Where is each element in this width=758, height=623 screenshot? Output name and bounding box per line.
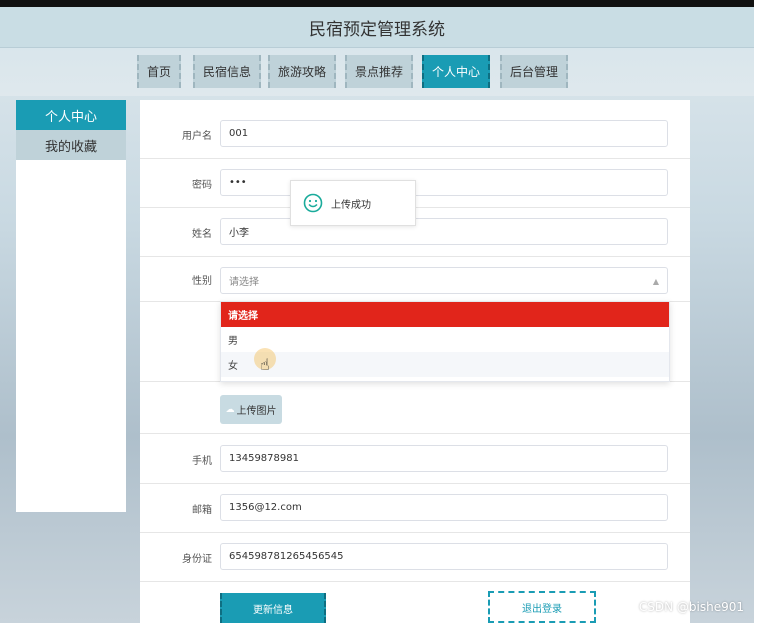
gender-select-placeholder: 请选择	[229, 277, 259, 288]
row-idcard: 身份证 654598781265456545	[140, 533, 690, 582]
toast-message: 上传成功	[331, 199, 371, 211]
site-title: 民宿预定管理系统	[309, 19, 445, 40]
upload-image-button[interactable]: ☁ 上传图片	[220, 395, 282, 424]
gender-option-female[interactable]: 女	[221, 352, 669, 377]
right-edge	[754, 0, 758, 623]
update-info-button[interactable]: 更新信息	[220, 593, 326, 623]
password-label: 密码	[192, 179, 212, 191]
chevron-up-icon: ▲	[652, 277, 659, 286]
smile-icon	[303, 193, 323, 213]
sidebar: 个人中心 我的收藏	[16, 100, 126, 512]
upload-success-toast: 上传成功	[290, 180, 416, 226]
logout-button[interactable]: 退出登录	[488, 591, 596, 623]
nav-homestay-info[interactable]: 民宿信息	[193, 55, 261, 88]
name-input[interactable]: 小李	[220, 218, 668, 245]
row-username: 用户名 001	[140, 110, 690, 159]
gender-option-male[interactable]: 男	[221, 327, 669, 352]
phone-input[interactable]: 13459878981	[220, 445, 668, 472]
nav-admin[interactable]: 后台管理	[500, 55, 568, 88]
hand-pointer-icon: ☝	[260, 355, 270, 374]
name-label: 姓名	[192, 228, 212, 240]
gender-option-placeholder[interactable]: 请选择	[221, 302, 669, 327]
email-input[interactable]: 1356@12.com	[220, 494, 668, 521]
nav-personal-center[interactable]: 个人中心	[422, 55, 490, 88]
password-input[interactable]: •••	[220, 169, 668, 196]
window-top-bar	[0, 0, 754, 7]
row-email: 邮箱 1356@12.com	[140, 484, 690, 533]
top-nav: 首页 民宿信息 旅游攻略 景点推荐 个人中心 后台管理	[0, 48, 754, 96]
email-label: 邮箱	[192, 504, 212, 516]
phone-label: 手机	[192, 455, 212, 467]
sidebar-item-favorites[interactable]: 我的收藏	[16, 130, 126, 160]
gender-dropdown: 请选择 男 女	[220, 301, 670, 382]
username-input[interactable]: 001	[220, 120, 668, 147]
gender-select[interactable]: 请选择 ▲	[220, 267, 668, 294]
nav-attractions[interactable]: 景点推荐	[345, 55, 413, 88]
upload-image-label: 上传图片	[236, 406, 277, 417]
sidebar-item-personal-center[interactable]: 个人中心	[16, 100, 126, 130]
nav-home[interactable]: 首页	[137, 55, 181, 88]
username-label: 用户名	[182, 130, 212, 142]
cloud-upload-icon: ☁	[225, 404, 235, 415]
row-gender: 性别 请选择 ▲	[140, 257, 690, 302]
row-phone: 手机 13459878981	[140, 435, 690, 484]
site-header: 民宿预定管理系统	[0, 7, 754, 48]
nav-travel-guide[interactable]: 旅游攻略	[268, 55, 336, 88]
watermark: CSDN @bishe901	[638, 600, 744, 614]
gender-label: 性别	[192, 275, 212, 287]
idcard-label: 身份证	[182, 553, 212, 565]
idcard-input[interactable]: 654598781265456545	[220, 543, 668, 570]
